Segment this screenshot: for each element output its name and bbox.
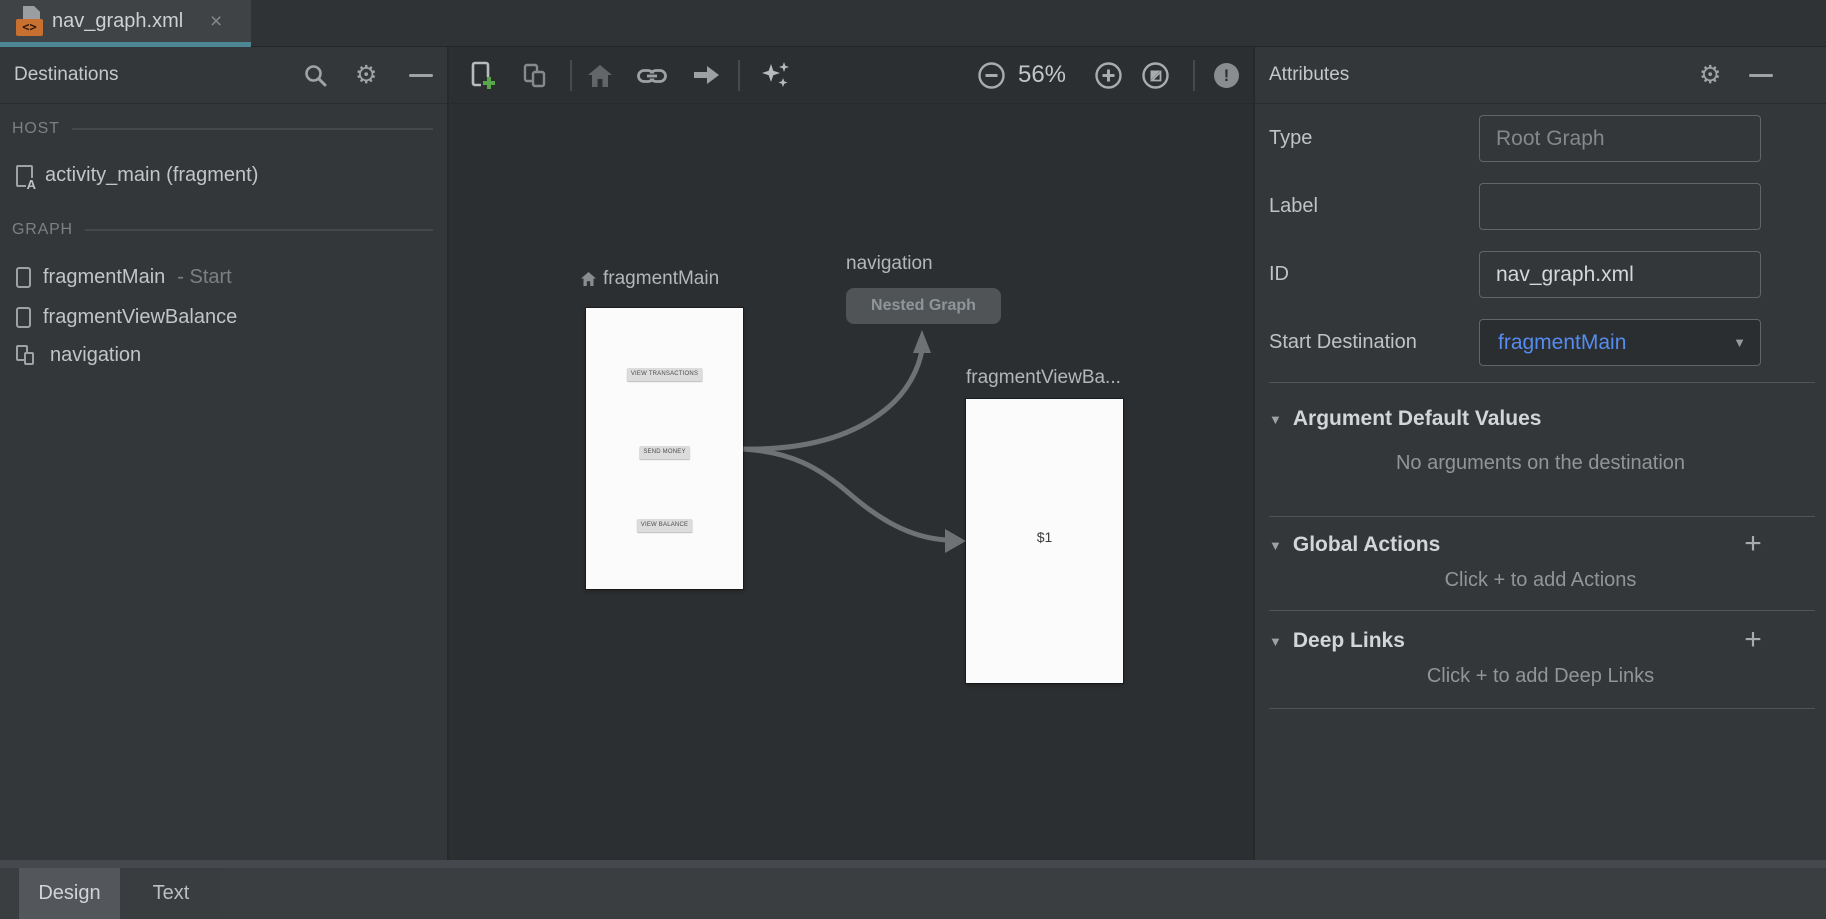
host-section-header: HOST — [12, 120, 433, 138]
fragment-icon — [16, 307, 31, 328]
type-label: Type — [1269, 115, 1312, 162]
collapse-triangle-icon: ▼ — [1269, 538, 1282, 553]
deep-link-icon[interactable] — [637, 67, 667, 85]
fragment-icon — [16, 267, 31, 288]
design-surface: 56% ! — [451, 47, 1253, 860]
zoom-in-icon[interactable] — [1095, 62, 1122, 89]
auto-arrange-sparkles-icon[interactable] — [760, 60, 792, 92]
add-destination-icon[interactable] — [471, 61, 499, 91]
navigation-editor-window: <> nav_graph.xml × Destinations ⚙ HOST A… — [0, 0, 1826, 919]
xml-layout-file-icon: <> — [16, 6, 44, 38]
action-arrow-to-fragment-view-balance[interactable] — [743, 449, 966, 553]
preview-button: VIEW BALANCE — [637, 519, 692, 532]
toolbar-separator — [738, 60, 740, 91]
nested-graph-node[interactable]: Nested Graph — [846, 288, 1001, 324]
destinations-panel: Destinations ⚙ HOST A activity_main (fra… — [0, 47, 449, 860]
separator — [1269, 516, 1815, 517]
graph-section-header: GRAPH — [12, 221, 433, 239]
attributes-header: Attributes ⚙ — [1255, 47, 1826, 104]
start-destination-dropdown[interactable]: fragmentMain ▼ — [1479, 319, 1761, 366]
action-arrow-to-navigation[interactable] — [743, 330, 931, 449]
nested-graph-icon — [16, 345, 38, 367]
collapse-triangle-icon: ▼ — [1269, 412, 1282, 427]
start-destination-suffix: - Start — [177, 266, 231, 289]
preview-balance-text: $1 — [966, 529, 1123, 545]
toolbar-separator — [570, 60, 572, 91]
hide-panel-icon[interactable] — [409, 74, 433, 77]
attributes-panel: Attributes ⚙ Type Root Graph Label ID na… — [1253, 47, 1826, 860]
new-nested-graph-icon[interactable] — [523, 63, 549, 89]
label-field[interactable] — [1479, 183, 1761, 230]
collapse-triangle-icon: ▼ — [1269, 634, 1282, 649]
fragment-view-balance-node-label[interactable]: fragmentViewBa... — [966, 367, 1121, 389]
tab-nav-graph-xml[interactable]: <> nav_graph.xml × — [0, 0, 251, 47]
deep-links-hint: Click + to add Deep Links — [1255, 665, 1826, 688]
start-home-icon — [581, 272, 596, 286]
fragment-view-balance-preview-card[interactable]: $1 — [966, 399, 1123, 683]
action-arrows — [451, 105, 1253, 860]
label-label: Label — [1269, 183, 1318, 230]
navigation-graph-canvas[interactable]: fragmentMain VIEW TRANSACTIONS SEND MONE… — [451, 105, 1253, 860]
issues-warning-icon[interactable]: ! — [1214, 63, 1239, 88]
tab-title: nav_graph.xml — [52, 0, 183, 43]
hide-attributes-icon[interactable] — [1749, 74, 1773, 77]
chevron-down-icon: ▼ — [1733, 320, 1746, 365]
id-field[interactable]: nav_graph.xml — [1479, 251, 1761, 298]
attributes-gear-icon[interactable]: ⚙ — [1699, 62, 1721, 88]
tab-text[interactable]: Text — [120, 868, 222, 919]
destination-item-activity-main[interactable]: A activity_main (fragment) — [16, 164, 258, 187]
attributes-title: Attributes — [1269, 47, 1349, 103]
destination-item-fragment-view-balance[interactable]: fragmentViewBalance — [16, 306, 237, 329]
separator — [1269, 610, 1815, 611]
separator — [1269, 708, 1815, 709]
tab-design[interactable]: Design — [19, 868, 120, 919]
start-destination-label: Start Destination — [1269, 319, 1417, 366]
arguments-hint: No arguments on the destination — [1255, 452, 1826, 475]
toolbar-separator — [1193, 60, 1195, 91]
search-icon[interactable] — [303, 63, 329, 89]
section-global-actions[interactable]: ▼ Global Actions — [1269, 533, 1440, 557]
destination-item-navigation[interactable]: navigation — [16, 344, 141, 367]
destinations-title: Destinations — [14, 47, 119, 103]
zoom-out-icon[interactable] — [978, 62, 1005, 89]
canvas-toolbar: 56% ! — [451, 47, 1253, 104]
section-deep-links[interactable]: ▼ Deep Links — [1269, 629, 1405, 653]
destinations-gear-icon[interactable]: ⚙ — [355, 62, 377, 88]
editor-tab-bar: <> nav_graph.xml × — [0, 0, 1826, 47]
action-arrow-icon[interactable] — [692, 64, 720, 86]
nested-graph-node-label[interactable]: navigation — [846, 253, 933, 275]
section-argument-default-values[interactable]: ▼ Argument Default Values — [1269, 407, 1541, 431]
destinations-header: Destinations ⚙ — [0, 47, 447, 104]
add-global-action-icon[interactable]: + — [1736, 529, 1770, 559]
fragment-main-preview-card[interactable]: VIEW TRANSACTIONS SEND MONEY VIEW BALANC… — [586, 308, 743, 589]
tab-close-icon[interactable]: × — [210, 0, 222, 43]
editor-mode-bar: Design Text — [0, 860, 1826, 919]
zoom-level: 56% — [1011, 47, 1073, 103]
separator — [1269, 382, 1815, 383]
preview-button: SEND MONEY — [639, 446, 689, 459]
type-field[interactable]: Root Graph — [1479, 115, 1761, 162]
fragment-main-node-label[interactable]: fragmentMain — [581, 268, 719, 290]
zoom-to-fit-icon[interactable] — [1142, 62, 1169, 89]
destination-item-fragment-main[interactable]: fragmentMain - Start — [16, 266, 232, 289]
add-deep-link-icon[interactable]: + — [1736, 625, 1770, 655]
preview-button: VIEW TRANSACTIONS — [627, 368, 702, 381]
home-icon[interactable] — [587, 63, 613, 88]
id-label: ID — [1269, 251, 1289, 298]
activity-icon: A — [16, 165, 33, 187]
global-actions-hint: Click + to add Actions — [1255, 569, 1826, 592]
